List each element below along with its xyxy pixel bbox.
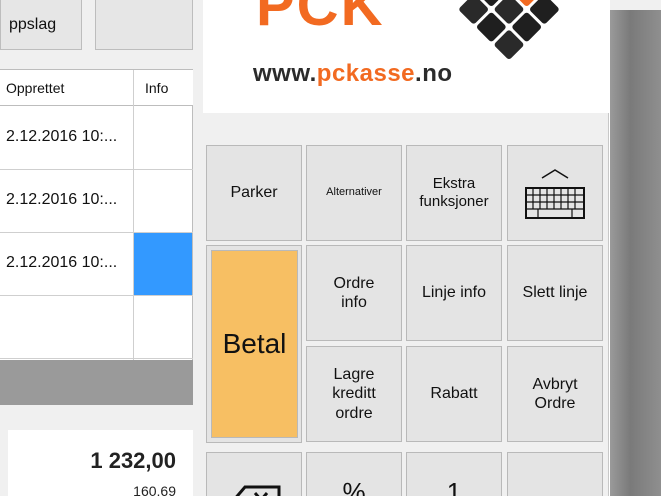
rabatt-button[interactable]: Rabatt [406,346,502,442]
digit-one-button[interactable]: 1 [406,452,502,496]
table-header: Opprettet Info [0,70,193,106]
row-info-cell[interactable] [134,107,192,169]
column-divider [133,70,134,360]
percent-button[interactable]: % [306,452,402,496]
avbryt-ordre-label: Avbryt Ordre [532,375,578,412]
betal-button-frame: Betal [206,245,302,443]
slett-linje-button[interactable]: Slett linje [507,245,603,341]
order-total: 1 232,00 [90,448,176,473]
ordre-info-button[interactable]: Ordre info [306,245,402,341]
row-date: 2.12.2016 10:... [6,254,118,271]
parker-label: Parker [230,184,278,202]
pck-logo-grid-icon [459,0,559,60]
url-brand: pckasse [316,60,416,87]
logo-area: PCK www.pckasse.no [203,0,609,113]
panel-gap [193,0,203,496]
oppslag-button[interactable]: ppslag [0,0,82,50]
alternativer-button[interactable]: Alternativer [306,145,402,241]
linje-info-label: Linje info [421,284,487,302]
top-button-2[interactable] [95,0,193,50]
backspace-icon [235,485,281,496]
percent-label: % [342,477,366,496]
lagre-kreditt-ordre-button[interactable]: Lagre kreditt ordre [306,346,402,442]
table-row[interactable]: 2.12.2016 10:... [0,233,193,296]
table-footer-bar [0,360,193,405]
table-row-empty [0,296,193,359]
row-info-cell[interactable] [134,170,192,232]
avbryt-ordre-button[interactable]: Avbryt Ordre [507,346,603,442]
oppslag-label: ppslag [9,15,57,33]
keypad-panel: PCK www.pckasse.no Parker Alternativer E… [203,0,609,496]
desktop-background [610,0,661,496]
keypad-button-empty[interactable] [507,452,603,496]
slett-linje-label: Slett linje [522,284,588,302]
pck-logo-text: PCK [256,0,385,38]
order-panel: ppslag Opprettet Info 2.12.2016 10:... 2… [0,0,203,496]
digit-one-label: 1 [446,477,462,496]
row-info-cell [134,296,192,358]
betal-label: Betal [222,328,287,360]
url-suffix: .no [415,60,453,87]
ordre-info-label: Ordre info [333,274,375,311]
ekstra-funksjoner-button[interactable]: Ekstra funksjoner [406,145,502,241]
keyboard-button[interactable] [507,145,603,241]
window-edge-top [610,0,661,10]
url-prefix: www. [253,60,317,87]
row-info-cell-selected[interactable] [134,233,192,295]
ekstra-funksjoner-label: Ekstra funksjoner [419,175,489,210]
lagre-kreditt-ordre-label: Lagre kreditt ordre [332,366,376,422]
backspace-button[interactable] [206,452,302,496]
alternativer-label: Alternativer [326,186,382,199]
order-subtotal: 160,69 [133,483,176,496]
keyboard-icon [525,169,585,219]
parker-button[interactable]: Parker [206,145,302,241]
linje-info-button[interactable]: Linje info [406,245,502,341]
column-header-opprettet: Opprettet [6,80,65,96]
column-header-info: Info [145,80,169,96]
table-row[interactable]: 2.12.2016 10:... [0,170,193,233]
pck-logo-url: www.pckasse.no [253,60,453,88]
row-date: 2.12.2016 10:... [6,128,118,145]
betal-button[interactable]: Betal [211,250,298,438]
totals-box: 1 232,00 160,69 [8,430,194,496]
table-row[interactable]: 2.12.2016 10:... [0,107,193,170]
row-date: 2.12.2016 10:... [6,191,118,208]
order-table: Opprettet Info 2.12.2016 10:... 2.12.201… [0,69,193,405]
rabatt-label: Rabatt [430,385,478,403]
